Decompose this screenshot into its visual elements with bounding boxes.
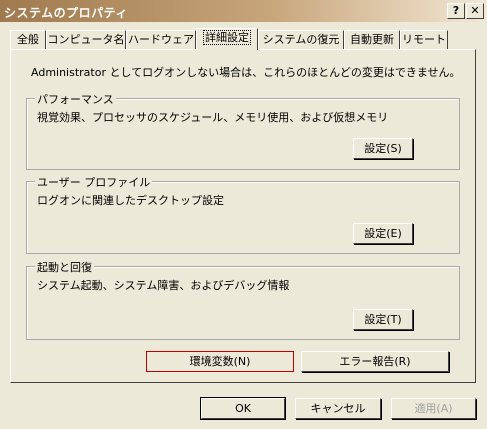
startup-recovery-group: 起動と回復 システム起動、システム障害、およびデバッグ情報 設定(T) — [26, 259, 460, 340]
user-profile-settings-button[interactable]: 設定(E) — [353, 223, 413, 244]
tab-automatic-updates[interactable]: 自動更新 — [344, 30, 400, 49]
performance-label: パフォーマンス — [35, 91, 116, 107]
cancel-button[interactable]: キャンセル — [295, 398, 381, 419]
startup-recovery-label: 起動と回復 — [35, 259, 94, 275]
tab-computer-name[interactable]: コンピュータ名 — [46, 30, 126, 49]
apply-button[interactable]: 適用(A) — [391, 398, 476, 419]
help-button[interactable]: ? — [447, 3, 465, 19]
startup-recovery-description: システム起動、システム障害、およびデバッグ情報 — [37, 279, 290, 292]
startup-recovery-settings-button[interactable]: 設定(T) — [353, 309, 413, 330]
ok-button[interactable]: OK — [200, 397, 286, 420]
advanced-panel: Administrator としてログオンしない場合は、これらのほとんどの変更は… — [10, 49, 476, 383]
tab-remote[interactable]: リモート — [400, 30, 448, 49]
performance-description: 視覚効果、プロセッサのスケジュール、メモリ使用、および仮想メモリ — [37, 111, 389, 124]
environment-variables-button[interactable]: 環境変数(N) — [146, 351, 294, 372]
user-profile-description: ログオンに関連したデスクトップ設定 — [37, 194, 224, 207]
title-bar[interactable]: システムのプロパティ ? ✕ — [0, 0, 487, 22]
user-profile-label: ユーザー プロファイル — [35, 174, 153, 190]
admin-notice: Administrator としてログオンしない場合は、これらのほとんどの変更は… — [31, 66, 461, 79]
tab-general[interactable]: 全般 — [10, 30, 46, 49]
tab-advanced[interactable]: 詳細設定 — [196, 28, 258, 50]
window-title: システムのプロパティ — [4, 6, 128, 20]
performance-settings-button[interactable]: 設定(S) — [353, 138, 413, 159]
error-reporting-button[interactable]: エラー報告(R) — [301, 351, 449, 372]
tab-system-restore[interactable]: システムの復元 — [258, 30, 344, 49]
tab-hardware[interactable]: ハードウェア — [126, 30, 196, 49]
user-profile-group: ユーザー プロファイル ログオンに関連したデスクトップ設定 設定(E) — [26, 174, 460, 254]
close-icon[interactable]: ✕ — [466, 3, 484, 19]
performance-group: パフォーマンス 視覚効果、プロセッサのスケジュール、メモリ使用、および仮想メモリ… — [26, 91, 460, 170]
